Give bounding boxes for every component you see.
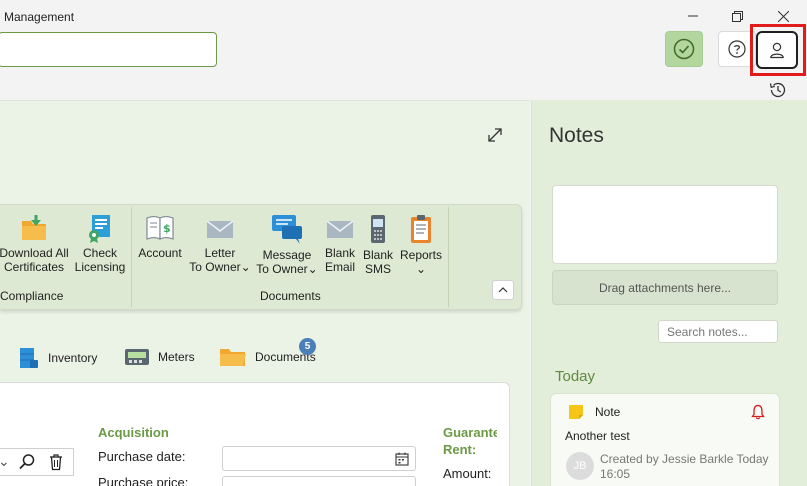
chevron-down-icon: ⌄ — [415, 262, 427, 276]
tab-meters[interactable]: Meters — [124, 346, 195, 368]
help-icon — [728, 40, 746, 58]
tab-meters-label: Meters — [158, 350, 195, 364]
history-icon — [769, 82, 786, 98]
tab-inventory-label: Inventory — [48, 351, 98, 365]
download-all-line2: Certificates — [3, 260, 65, 274]
record-tabs: Inventory Meters Documents — [0, 340, 520, 380]
blank-sms-button[interactable]: Blank SMS — [362, 213, 394, 276]
acquisition-heading: Acquisition — [98, 425, 169, 440]
inventory-icon — [20, 348, 38, 368]
meter-icon — [125, 349, 149, 365]
search-button[interactable] — [18, 453, 36, 474]
folder-icon — [220, 349, 246, 366]
folder-download-icon — [22, 215, 46, 240]
expand-icon — [488, 128, 502, 142]
search-icon — [19, 454, 35, 470]
lookup-toolbar: ⌄ — [0, 448, 74, 476]
highlight-box — [750, 24, 806, 76]
delete-button[interactable] — [48, 453, 64, 474]
mobile-phone-icon — [371, 215, 385, 243]
compliance-group-label: Compliance — [0, 289, 64, 303]
message-to-owner-line2: To Owner⌄ — [256, 262, 318, 276]
sync-status-button[interactable] — [665, 31, 703, 67]
amount-label: Amount: — [443, 466, 492, 481]
envelope-icon — [206, 220, 234, 238]
download-all-certificates-button[interactable]: Download All Certificates — [0, 213, 70, 274]
message-to-owner-line1: Message — [262, 248, 312, 262]
minimize-icon — [688, 15, 698, 17]
documents-group-label: Documents — [260, 289, 321, 303]
letter-to-owner-line1: Letter — [204, 246, 236, 260]
check-licensing-line2: Licensing — [74, 260, 126, 274]
calendar-icon[interactable] — [395, 452, 409, 466]
letter-to-owner-line2: To Owner⌄ — [189, 260, 251, 274]
guarantee-heading: Guarantee — [443, 425, 497, 440]
envelope-icon — [326, 220, 354, 238]
note-text: Another test — [565, 429, 630, 443]
note-meta: Created by Jessie Barkle Today 16:05 — [600, 452, 769, 482]
bell-reminder-icon[interactable] — [751, 404, 765, 420]
svg-text:$: $ — [163, 222, 171, 235]
chat-message-icon — [272, 215, 302, 244]
ribbon-separator — [448, 207, 449, 307]
notes-group-today: Today — [555, 368, 596, 385]
purchase-price-label: Purchase price: — [98, 475, 189, 486]
rent-heading: Rent: — [443, 442, 477, 457]
ribbon-toolbar: Download All Certificates Check Licensin… — [0, 204, 522, 310]
dropdown-arrow-icon[interactable]: ⌄ — [0, 453, 10, 470]
reports-label: Reports — [399, 248, 443, 262]
search-notes-input[interactable]: Search notes... — [658, 320, 778, 343]
attachment-drop-zone[interactable]: Drag attachments here... — [552, 270, 778, 305]
purchase-price-input[interactable] — [222, 476, 416, 486]
account-book-icon: $ — [146, 215, 174, 240]
check-circle-icon — [673, 38, 695, 60]
chevron-down-icon: ⌄ — [240, 260, 251, 274]
blank-sms-line1: Blank — [362, 248, 394, 262]
purchase-date-input[interactable] — [222, 446, 416, 471]
restore-button[interactable] — [726, 6, 748, 26]
note-text-input[interactable] — [552, 185, 778, 264]
avatar: JB — [566, 452, 594, 480]
license-certificate-icon — [89, 215, 110, 243]
collapse-ribbon-button[interactable] — [492, 280, 514, 300]
documents-count-badge: 5 — [299, 338, 316, 355]
note-meta-line2: 16:05 — [600, 467, 631, 481]
notes-title: Notes — [549, 124, 604, 147]
sticky-note-icon — [569, 405, 583, 419]
note-meta-line1: Created by Jessie Barkle Today — [600, 452, 769, 466]
check-licensing-button[interactable]: Check Licensing — [74, 213, 126, 274]
clipboard-report-icon — [411, 215, 431, 243]
close-icon — [777, 10, 789, 22]
chevron-down-icon: ⌄ — [307, 262, 318, 276]
chevron-up-icon — [498, 287, 508, 293]
blank-email-line1: Blank — [324, 246, 356, 260]
download-all-line1: Download All — [0, 246, 69, 260]
letter-to-owner-button[interactable]: Letter To Owner⌄ — [188, 213, 252, 274]
restore-icon — [731, 10, 743, 22]
minimize-button[interactable] — [682, 6, 704, 26]
note-type-label: Note — [595, 405, 621, 419]
message-to-owner-button[interactable]: Message To Owner⌄ — [254, 213, 320, 276]
ribbon-separator — [131, 207, 132, 307]
expand-button[interactable] — [484, 124, 506, 146]
search-input[interactable] — [0, 32, 217, 67]
account-button[interactable]: $ Account — [136, 213, 184, 260]
close-button[interactable] — [772, 6, 794, 26]
reports-button[interactable]: Reports ⌄ — [398, 213, 444, 276]
check-licensing-line1: Check — [82, 246, 117, 260]
trash-icon — [50, 454, 62, 471]
window-title: Management — [4, 10, 75, 24]
blank-email-line2: Email — [324, 260, 355, 274]
blank-sms-line2: SMS — [364, 262, 391, 276]
account-label: Account — [138, 246, 182, 260]
blank-email-button[interactable]: Blank Email — [322, 213, 358, 274]
tab-inventory[interactable]: Inventory — [18, 346, 97, 370]
history-button[interactable] — [763, 78, 793, 102]
purchase-date-label: Purchase date: — [98, 449, 186, 464]
